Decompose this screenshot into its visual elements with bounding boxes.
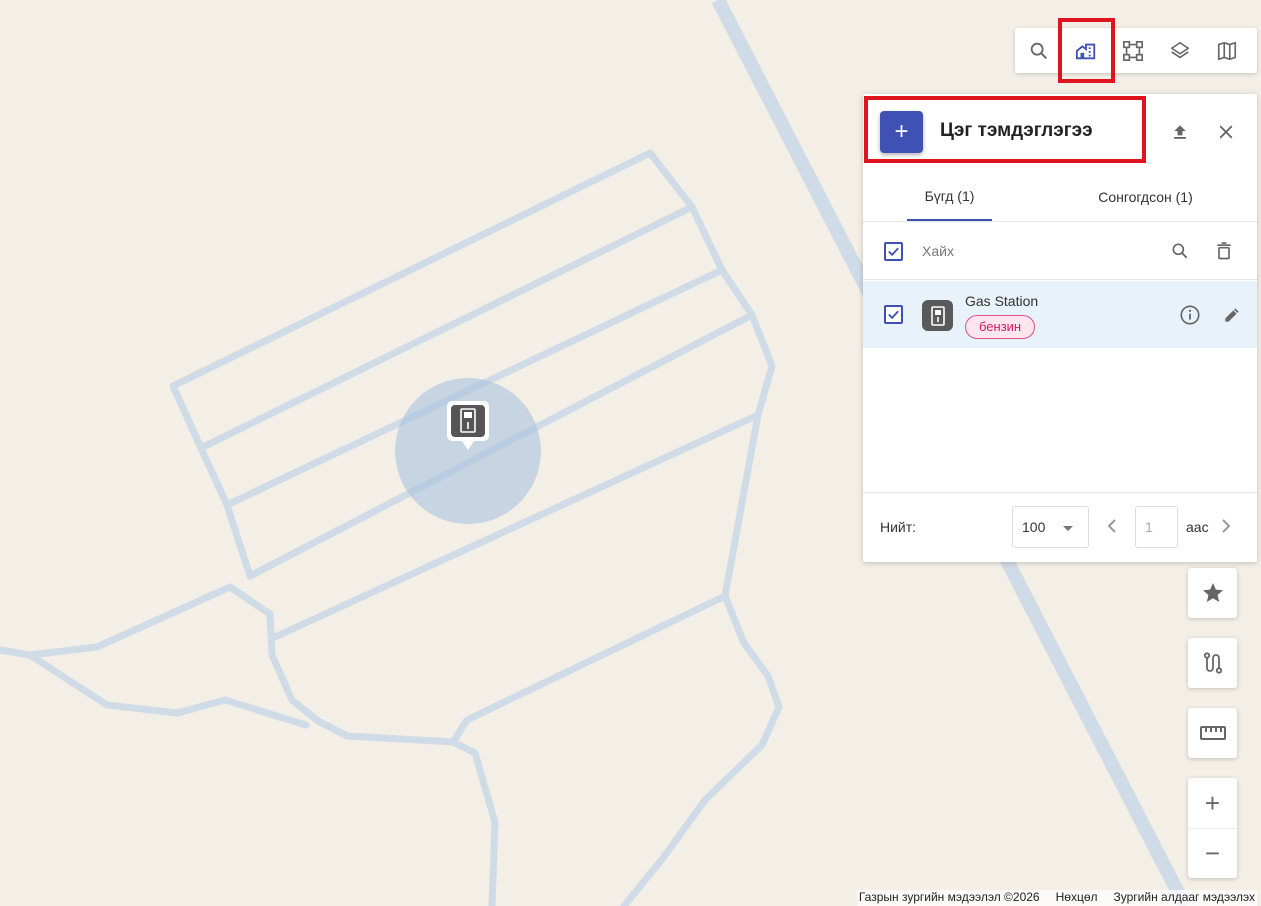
ruler-icon: [1199, 726, 1226, 740]
page-number-input[interactable]: [1135, 506, 1178, 548]
map-toolbar: [1015, 28, 1257, 73]
page-size-select[interactable]: 100: [1012, 506, 1089, 548]
terms-link[interactable]: Нөхцөл: [1056, 890, 1098, 906]
upload-icon: [1174, 125, 1186, 139]
info-button[interactable]: [1178, 303, 1202, 327]
page-suffix: аас: [1186, 519, 1209, 535]
map-attribution: Газрын зургийн мэдээлэл ©2026 Нөхцөл Зур…: [856, 890, 1257, 906]
panel-footer: Нийт: 100 аас: [863, 492, 1257, 562]
gas-station-icon: [922, 300, 953, 331]
search-icon: [1172, 243, 1188, 259]
list-item[interactable]: Gas Station бензин: [863, 281, 1257, 348]
panel-title: Цэг тэмдэглэгээ: [940, 120, 1093, 141]
close-icon: [1219, 125, 1233, 139]
layers-icon: [1170, 41, 1189, 58]
chevron-left-icon[interactable]: [1105, 517, 1119, 535]
search-input[interactable]: [922, 238, 1162, 264]
route-button[interactable]: [1188, 638, 1237, 688]
tab-selected[interactable]: Сонгогдсон (1): [1073, 172, 1218, 221]
panel-tabs: Бүгд (1) Сонгогдсон (1): [863, 172, 1257, 222]
copyright-text: Газрын зургийн мэдээлэл ©2026: [858, 890, 1040, 904]
search-button[interactable]: [1015, 28, 1062, 73]
check-icon: [888, 247, 899, 257]
item-checkbox[interactable]: [884, 305, 903, 324]
item-tag: бензин: [965, 315, 1036, 339]
caret-down-icon: [1063, 526, 1073, 531]
trash-icon: [1217, 242, 1231, 260]
search-row: [863, 222, 1257, 280]
edit-button[interactable]: [1220, 303, 1244, 327]
delete-button[interactable]: [1212, 239, 1236, 263]
panel-header: + Цэг тэмдэглэгээ: [863, 94, 1257, 172]
check-icon: [888, 310, 899, 320]
favorites-button[interactable]: [1188, 568, 1237, 618]
pencil-icon: [1225, 308, 1239, 322]
select-all-checkbox[interactable]: [884, 242, 903, 261]
polygon-icon: [1122, 40, 1143, 61]
close-button[interactable]: [1214, 120, 1238, 144]
poi-button[interactable]: [1062, 28, 1109, 73]
search-list-button[interactable]: [1168, 239, 1192, 263]
building-icon: [1075, 43, 1095, 59]
upload-button[interactable]: [1168, 120, 1192, 144]
basemap-button[interactable]: [1203, 28, 1250, 73]
plus-icon: +: [1204, 787, 1221, 818]
zoom-out-button[interactable]: −: [1188, 828, 1237, 878]
tab-all[interactable]: Бүгд (1): [907, 172, 992, 221]
star-icon: [1202, 583, 1223, 602]
page-size-value: 100: [1022, 519, 1046, 535]
item-name: Gas Station: [965, 293, 1039, 309]
report-error-link[interactable]: Зургийн алдааг мэдээлэх: [1114, 890, 1256, 906]
draw-polygon-button[interactable]: [1109, 28, 1156, 73]
route-icon: [1203, 652, 1222, 674]
add-poi-button[interactable]: +: [880, 111, 923, 153]
info-icon: [1180, 305, 1200, 325]
minus-icon: −: [1204, 838, 1221, 868]
selection-radius: [395, 378, 541, 524]
chevron-right-icon[interactable]: [1219, 517, 1233, 535]
zoom-in-button[interactable]: +: [1188, 778, 1237, 828]
map-icon: [1217, 41, 1236, 60]
measure-button[interactable]: [1188, 708, 1237, 758]
search-icon: [1030, 42, 1047, 59]
total-label: Нийт:: [880, 519, 917, 535]
layers-button[interactable]: [1156, 28, 1203, 73]
zoom-controls: + −: [1188, 778, 1237, 878]
poi-panel: + Цэг тэмдэглэгээ Бүгд (1) Сонгогдсон (1…: [863, 94, 1257, 562]
